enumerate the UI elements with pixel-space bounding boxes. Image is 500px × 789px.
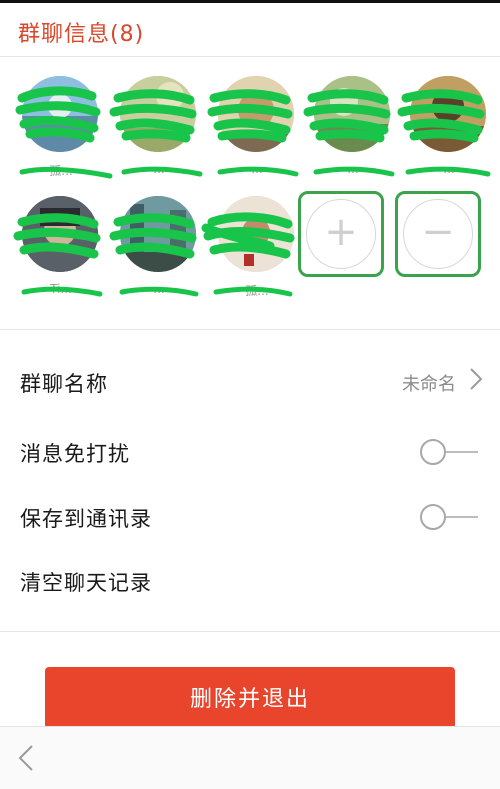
member-6[interactable]: Ti... — [14, 196, 104, 314]
member-name: ... — [347, 162, 359, 176]
avatar — [120, 76, 196, 152]
avatar — [22, 196, 98, 272]
group-name-label: 群聊名称 — [20, 372, 108, 396]
header: 群聊信息(8) — [0, 3, 500, 57]
mute-label: 消息免打扰 — [20, 442, 130, 466]
member-name: Ti... — [50, 282, 72, 296]
back-arrow-icon[interactable] — [14, 741, 38, 775]
toggle-track — [444, 451, 478, 453]
member-8[interactable]: 孤... — [210, 196, 300, 314]
member-4[interactable]: ... — [306, 76, 396, 194]
toggle-knob — [420, 439, 446, 465]
member-name: ... — [153, 162, 165, 176]
toggle-track — [444, 516, 478, 518]
member-3[interactable]: ... — [210, 76, 300, 194]
avatar — [410, 76, 486, 152]
bottom-navigation-bar — [0, 726, 500, 789]
section-divider — [0, 329, 500, 330]
remove-member-button[interactable]: − — [395, 191, 481, 277]
member-2[interactable]: ... — [112, 76, 202, 194]
member-name: ... — [153, 282, 165, 296]
page-title: 群聊信息(8) — [18, 22, 145, 47]
member-name: 孤... — [245, 284, 269, 298]
group-name-value: 未命名 — [402, 374, 456, 395]
avatar — [218, 196, 294, 272]
chevron-right-icon — [470, 368, 483, 390]
clear-history-label: 清空聊天记录 — [20, 571, 152, 595]
member-name: ... — [443, 162, 455, 176]
toggle-knob — [420, 504, 446, 530]
avatar — [314, 76, 390, 152]
save-contacts-row: 保存到通讯录 — [0, 485, 500, 549]
add-member-button[interactable]: + — [298, 191, 384, 277]
avatar — [218, 76, 294, 152]
delete-and-exit-button[interactable]: 删除并退出 — [45, 667, 455, 729]
minus-icon: − — [403, 199, 473, 269]
member-name: 孤... — [49, 164, 73, 178]
group-name-row[interactable]: 群聊名称 未命名 — [0, 350, 500, 414]
mute-row: 消息免打扰 — [0, 420, 500, 484]
mute-toggle[interactable] — [420, 438, 478, 466]
member-5[interactable]: ... — [402, 76, 492, 194]
member-1[interactable]: 孤... — [14, 76, 104, 194]
avatar — [22, 76, 98, 152]
member-name: ... — [251, 162, 263, 176]
member-7[interactable]: ... — [112, 196, 202, 314]
avatar — [120, 196, 196, 272]
section-divider — [0, 631, 500, 632]
plus-icon: + — [306, 199, 376, 269]
save-contacts-toggle[interactable] — [420, 503, 478, 531]
save-contacts-label: 保存到通讯录 — [20, 507, 152, 531]
clear-history-row[interactable]: 清空聊天记录 — [0, 549, 500, 613]
